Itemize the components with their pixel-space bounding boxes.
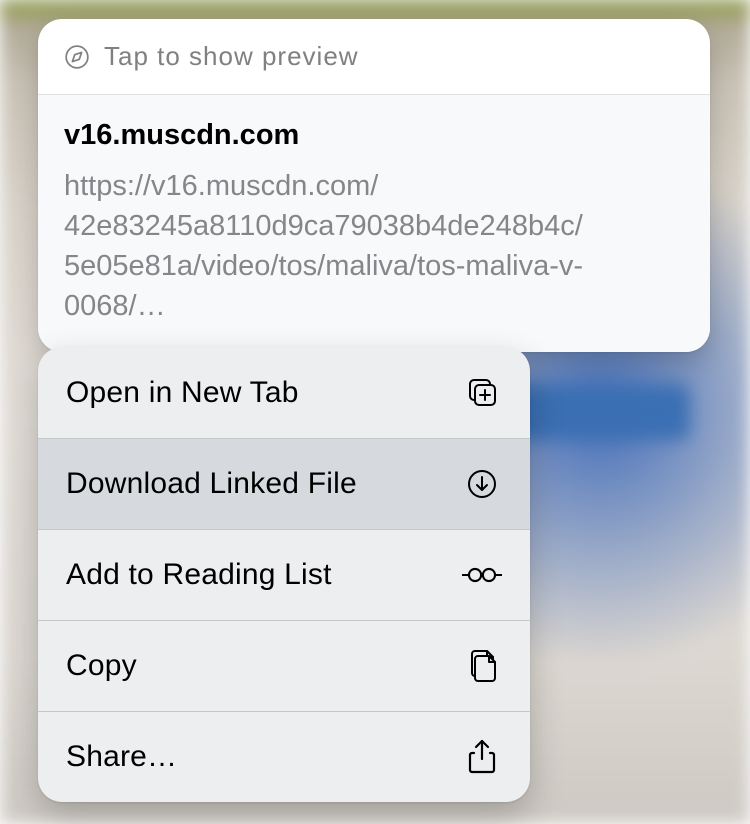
menu-item-add-reading-list[interactable]: Add to Reading List <box>38 529 530 620</box>
menu-item-label: Add to Reading List <box>66 558 332 592</box>
preview-header[interactable]: Tap to show preview <box>38 19 710 95</box>
menu-item-download-linked-file[interactable]: Download Linked File <box>38 438 530 529</box>
link-preview-card: Tap to show preview v16.muscdn.com https… <box>38 19 710 352</box>
context-menu: Open in New Tab Download Linked File Add… <box>38 347 530 802</box>
preview-host: v16.muscdn.com <box>64 119 684 152</box>
preview-content[interactable]: v16.muscdn.com https://v16.muscdn.com/ 4… <box>38 95 710 352</box>
menu-item-copy[interactable]: Copy <box>38 620 530 711</box>
share-icon <box>462 739 502 775</box>
url-line-2: 42e83245a8110d9ca79038b4de248b4c/ <box>64 210 583 242</box>
menu-item-share[interactable]: Share… <box>38 711 530 802</box>
url-line-1: https://v16.muscdn.com/ <box>64 170 378 202</box>
url-line-3: 5e05e81a/video/tos/maliva/tos-maliva-v-0… <box>64 250 583 322</box>
copy-icon <box>462 648 502 684</box>
reading-list-icon <box>462 563 502 587</box>
compass-icon <box>64 44 90 70</box>
menu-item-label: Download Linked File <box>66 467 357 501</box>
preview-url: https://v16.muscdn.com/ 42e83245a8110d9c… <box>64 166 684 326</box>
download-icon <box>462 468 502 500</box>
menu-item-label: Copy <box>66 649 137 683</box>
menu-item-open-new-tab[interactable]: Open in New Tab <box>38 347 530 438</box>
preview-hint-label: Tap to show preview <box>104 41 359 72</box>
menu-item-label: Share… <box>66 740 177 774</box>
menu-item-label: Open in New Tab <box>66 376 299 410</box>
bg-top-strip <box>0 0 750 18</box>
new-tab-icon <box>462 376 502 410</box>
